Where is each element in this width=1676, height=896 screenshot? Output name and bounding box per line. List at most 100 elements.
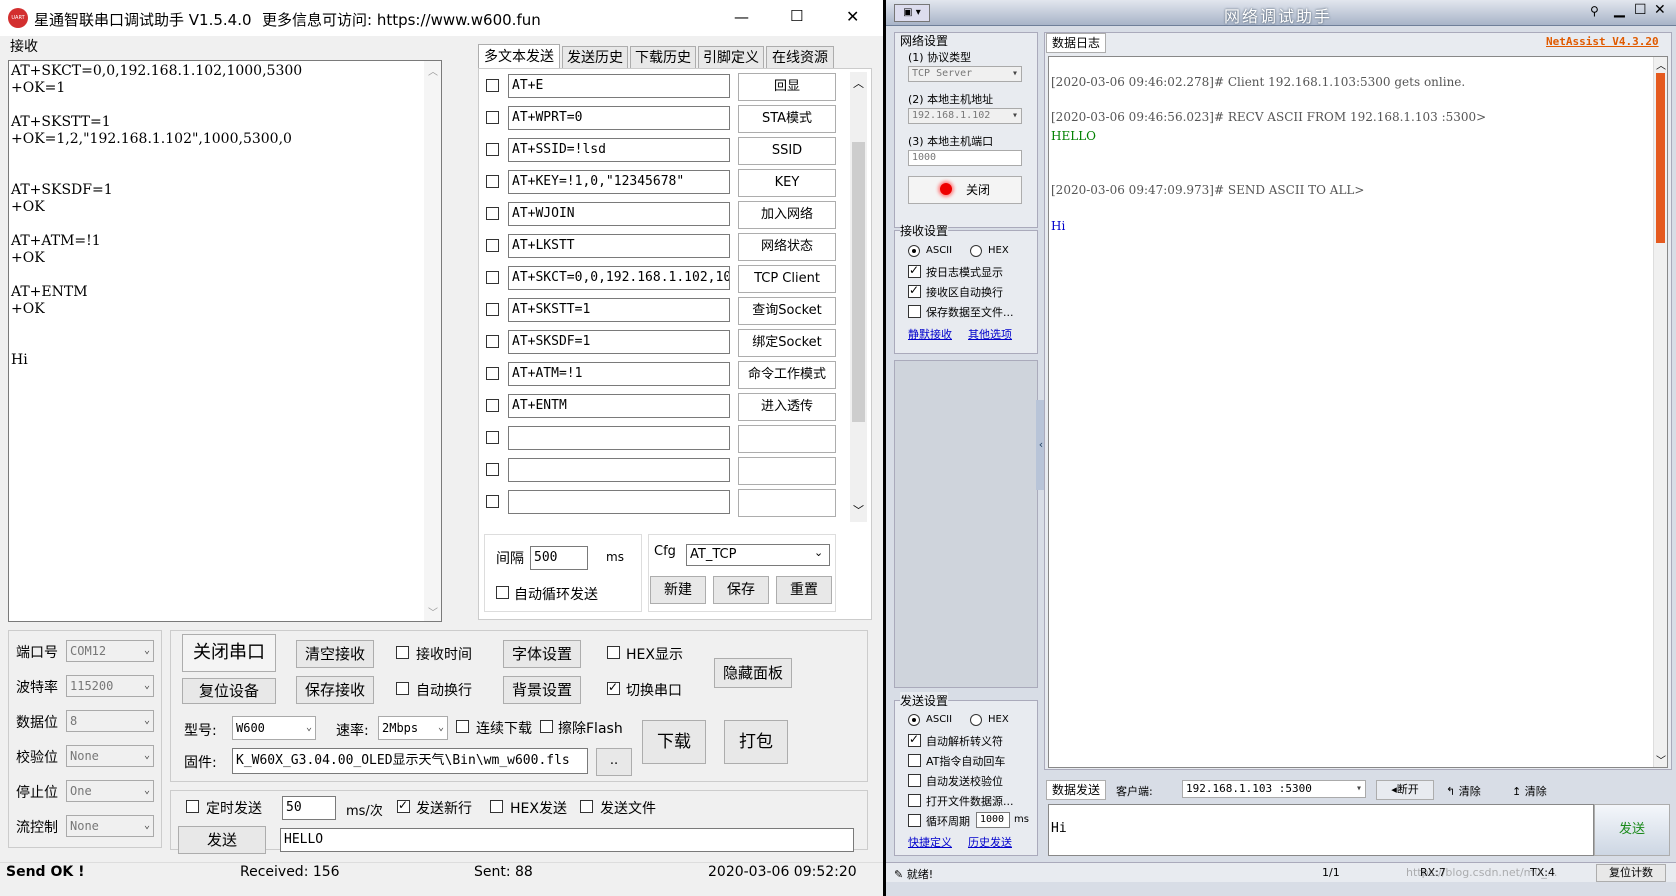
row-checkbox[interactable]: [486, 111, 499, 124]
row-checkbox[interactable]: [486, 207, 499, 220]
row-command-input[interactable]: AT+WJOIN: [508, 202, 730, 226]
log-tab[interactable]: 数据日志: [1046, 33, 1106, 53]
row-command-input[interactable]: [508, 458, 730, 482]
row-checkbox[interactable]: [486, 271, 499, 284]
row-send-button[interactable]: [738, 489, 836, 517]
row-command-input[interactable]: AT+KEY=!1,0,"12345678": [508, 170, 730, 194]
port-setting-select[interactable]: COM12 ⌄: [66, 640, 154, 662]
recv-ascii-radio[interactable]: [908, 245, 920, 257]
row-checkbox[interactable]: [486, 367, 499, 380]
browse-button[interactable]: ..: [596, 748, 632, 776]
cfg-select[interactable]: AT_TCP: [686, 544, 830, 566]
log-scroll-thumb[interactable]: [1656, 73, 1665, 243]
row-command-input[interactable]: AT+ENTM: [508, 394, 730, 418]
row-send-button[interactable]: STA模式: [738, 105, 836, 133]
row-send-button[interactable]: 查询Socket: [738, 297, 836, 325]
model-select[interactable]: W600 ⌄: [232, 716, 316, 740]
auto-newline-checkbox[interactable]: [908, 283, 921, 298]
row-send-button[interactable]: 进入透传: [738, 393, 836, 421]
net-close-button[interactable]: 关闭: [908, 176, 1022, 204]
firmware-path-input[interactable]: K_W60X_G3.04.00_OLED显示天气\Bin\wm_w600.fls: [232, 748, 588, 774]
row-command-input[interactable]: AT+SKSDF=1: [508, 330, 730, 354]
row-checkbox[interactable]: [486, 431, 499, 444]
host-port-input[interactable]: 1000: [908, 150, 1022, 166]
send-input[interactable]: HELLO: [280, 828, 854, 852]
row-checkbox[interactable]: [486, 143, 499, 156]
net-pin-icon[interactable]: ⚲: [1590, 4, 1599, 18]
timed-send-checkbox[interactable]: [186, 800, 199, 813]
row-command-input[interactable]: [508, 426, 730, 450]
history-link[interactable]: 历史发送: [968, 834, 1012, 850]
port-setting-select[interactable]: 8 ⌄: [66, 710, 154, 732]
reset-count-button[interactable]: 复位计数: [1596, 864, 1666, 882]
clear-button-1[interactable]: ↰ 清除: [1446, 783, 1481, 799]
log-scroll-down-icon[interactable]: ﹀: [1656, 752, 1666, 767]
host-addr-select[interactable]: 192.168.1.102 ▾: [908, 108, 1022, 124]
log-scroll-up-icon[interactable]: ︿: [1656, 57, 1666, 72]
recv-hex-radio[interactable]: [970, 245, 982, 257]
row-command-input[interactable]: [508, 490, 730, 514]
port-setting-select[interactable]: None ⌄: [66, 745, 154, 767]
port-setting-select[interactable]: 115200 ⌄: [66, 675, 154, 697]
net-minimize-icon[interactable]: ▁: [1614, 2, 1625, 18]
at-cr-checkbox[interactable]: [908, 754, 921, 767]
row-command-input[interactable]: AT+WPRT=0: [508, 106, 730, 130]
loop-period-checkbox[interactable]: [908, 814, 921, 827]
data-send-tab[interactable]: 数据发送: [1046, 780, 1106, 800]
reset-device-button[interactable]: 复位设备: [182, 678, 276, 704]
row-send-button[interactable]: TCP Client: [738, 265, 836, 293]
cfg-dropdown-icon[interactable]: ⌄: [814, 546, 823, 559]
send-hex-radio[interactable]: [970, 714, 982, 726]
auto-wrap-checkbox[interactable]: [396, 682, 409, 695]
row-command-input[interactable]: AT+LKSTT: [508, 234, 730, 258]
close-window-icon[interactable]: ✕: [846, 7, 859, 26]
row-command-input[interactable]: AT+SSID=!lsd: [508, 138, 730, 162]
row-send-button[interactable]: 网络状态: [738, 233, 836, 261]
scroll-down-icon[interactable]: ﹀: [428, 604, 438, 619]
receive-scrollbar[interactable]: ︿ ﹀: [424, 61, 441, 621]
save-to-file-checkbox[interactable]: [908, 305, 921, 318]
scroll-up-icon[interactable]: ︿: [428, 63, 438, 78]
silent-recv-link[interactable]: 静默接收: [908, 326, 952, 342]
row-command-input[interactable]: AT+E: [508, 74, 730, 98]
client-select[interactable]: 192.168.1.103 :5300 ▾: [1182, 780, 1366, 798]
tab-send-history[interactable]: 发送历史: [562, 46, 628, 70]
bg-settings-button[interactable]: 背景设置: [503, 676, 581, 704]
send-ascii-radio[interactable]: [908, 714, 920, 726]
log-mode-checkbox[interactable]: [908, 263, 921, 278]
interval-input[interactable]: 500: [530, 546, 588, 570]
tab-pin-def[interactable]: 引脚定义: [698, 46, 764, 70]
row-send-button[interactable]: SSID: [738, 137, 836, 165]
minimize-icon[interactable]: —: [734, 8, 749, 26]
send-button[interactable]: 发送: [178, 826, 266, 854]
multi-scrollbar[interactable]: ︿ ﹀: [850, 72, 867, 522]
net-maximize-icon[interactable]: ☐: [1634, 2, 1647, 18]
auto-checksum-checkbox[interactable]: [908, 774, 921, 787]
clear-button-2[interactable]: ↥ 清除: [1512, 783, 1547, 799]
multi-scroll-thumb[interactable]: [852, 142, 865, 422]
receive-time-checkbox[interactable]: [396, 646, 409, 659]
download-button[interactable]: 下载: [642, 720, 706, 764]
timed-interval-input[interactable]: 50: [282, 796, 336, 820]
send-newline-checkbox[interactable]: [397, 798, 410, 813]
port-setting-select[interactable]: None ⌄: [66, 815, 154, 837]
switch-port-checkbox[interactable]: [607, 680, 620, 695]
auto-loop-checkbox[interactable]: [496, 586, 509, 599]
row-checkbox[interactable]: [486, 463, 499, 476]
close-port-button[interactable]: 关闭串口: [182, 634, 276, 672]
row-checkbox[interactable]: [486, 175, 499, 188]
tab-online-resources[interactable]: 在线资源: [766, 46, 834, 70]
open-file-checkbox[interactable]: [908, 794, 921, 807]
net-menu-icon[interactable]: ▣ ▾: [894, 4, 930, 22]
multi-scroll-down-icon[interactable]: ﹀: [853, 502, 864, 518]
row-send-button[interactable]: [738, 457, 836, 485]
row-command-input[interactable]: AT+ATM=!1: [508, 362, 730, 386]
row-checkbox[interactable]: [486, 303, 499, 316]
save-receive-button[interactable]: 保存接收: [296, 676, 374, 704]
row-checkbox[interactable]: [486, 495, 499, 508]
cfg-reset-button[interactable]: 重置: [776, 576, 832, 604]
row-send-button[interactable]: 绑定Socket: [738, 329, 836, 357]
receive-textarea[interactable]: AT+SKCT=0,0,192.168.1.102,1000,5300 +OK=1…: [8, 60, 442, 622]
row-send-button[interactable]: 回显: [738, 73, 836, 101]
erase-flash-checkbox[interactable]: [540, 720, 553, 733]
